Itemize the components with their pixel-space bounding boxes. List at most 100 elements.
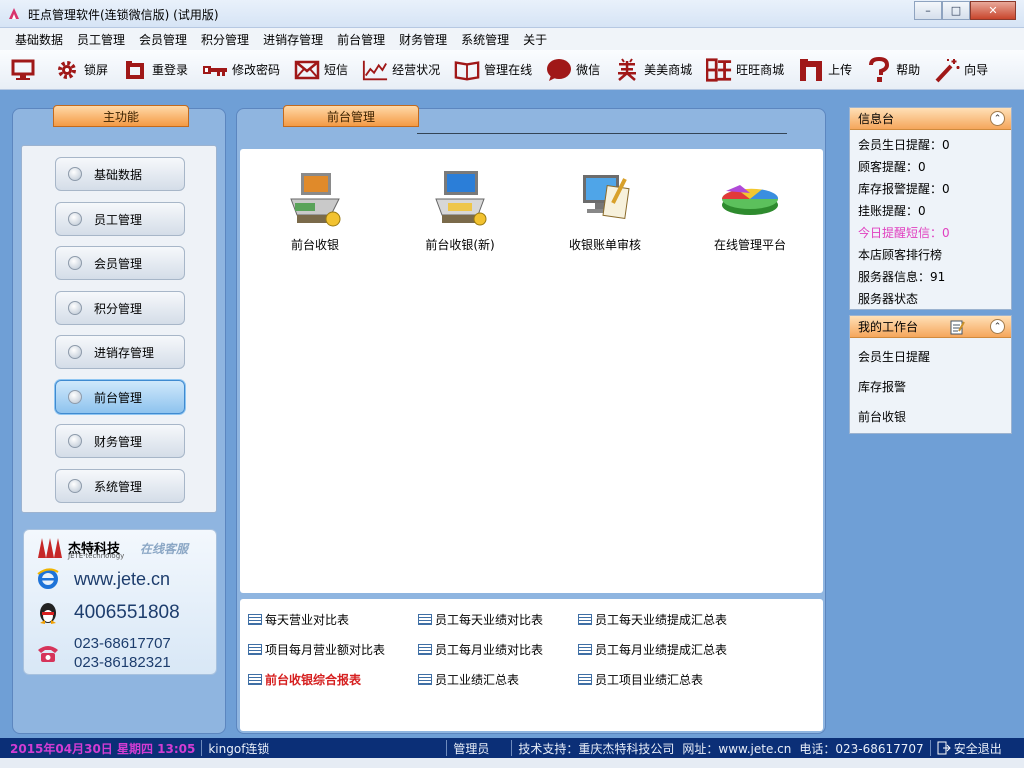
- bill-audit-icon: [583, 175, 630, 219]
- toolbar-lock-button[interactable]: 锁屏: [54, 57, 108, 83]
- menu-inventory[interactable]: 进销存管理: [256, 31, 330, 48]
- info-customer-reminder[interactable]: 顾客提醒：0: [858, 156, 1003, 178]
- workbench-member-birthday[interactable]: 会员生日提醒: [858, 342, 1003, 372]
- workbench-stock-alert[interactable]: 库存报警: [858, 372, 1003, 402]
- report-link[interactable]: 员工每天业绩提成汇总表: [578, 611, 727, 628]
- left-panel-tab[interactable]: 主功能: [53, 105, 189, 127]
- toolbar-wechat-button[interactable]: 微信: [546, 57, 600, 83]
- toolbar-wangwang-mall-button[interactable]: 旺旺商城: [706, 57, 784, 83]
- status-role: 管理员: [453, 741, 490, 756]
- toolbar-relogin-button[interactable]: 重登录: [122, 57, 188, 83]
- online-platform-shortcut[interactable]: 在线管理平台: [685, 169, 815, 253]
- front-cashier-new-shortcut[interactable]: 前台收银(新): [395, 169, 525, 253]
- main-menu-system[interactable]: 系统管理: [55, 469, 185, 503]
- toolbar-sms-label: 短信: [324, 63, 349, 77]
- info-board: 信息台 ⌃ 会员生日提醒：0 顾客提醒：0 库存报警提醒：0 挂账提醒：0 今日…: [849, 107, 1012, 310]
- report-link-featured[interactable]: 前台收银综合报表: [248, 671, 361, 688]
- menu-basic-data[interactable]: 基础数据: [8, 31, 70, 48]
- report-link[interactable]: 员工项目业绩汇总表: [578, 671, 703, 688]
- logout-button[interactable]: 安全退出: [933, 740, 1006, 757]
- close-button[interactable]: ✕: [970, 1, 1016, 20]
- toolbar-help-button[interactable]: 帮助: [866, 56, 920, 83]
- report-icon: [418, 614, 432, 625]
- menu-front-desk[interactable]: 前台管理: [330, 31, 392, 48]
- bill-audit-shortcut[interactable]: 收银账单审核: [540, 169, 670, 253]
- report-icon: [578, 674, 592, 685]
- minimize-button[interactable]: –: [914, 1, 942, 20]
- logout-icon: [937, 741, 951, 755]
- window-title: 旺点管理软件(连锁微信版) (试用版): [28, 8, 219, 22]
- toolbar-business-status-label: 经营状况: [392, 63, 441, 77]
- workbench-front-cashier[interactable]: 前台收银: [858, 402, 1003, 432]
- shortcut-label: 前台收银: [290, 238, 339, 252]
- report-link[interactable]: 员工每月业绩对比表: [418, 641, 543, 658]
- toolbar-meimei-mall-button[interactable]: 美美商城: [614, 57, 692, 83]
- main-function-menu: 基础数据 员工管理 会员管理 积分管理 进销存管理 前台管理 财务管理 系统管理: [21, 145, 217, 513]
- main-menu-label: 员工管理: [94, 212, 143, 227]
- menu-points[interactable]: 积分管理: [194, 31, 256, 48]
- report-link[interactable]: 员工每月业绩提成汇总表: [578, 641, 727, 658]
- toolbar-manage-online-button[interactable]: 管理在线: [454, 57, 532, 83]
- toolbar-business-status-button[interactable]: 经营状况: [362, 57, 440, 83]
- report-links-area: 每天营业对比表 员工每天业绩对比表 员工每天业绩提成汇总表 项目每月营业额对比表…: [240, 599, 823, 731]
- toolbar-screen-button[interactable]: [10, 57, 40, 83]
- center-panel-tab[interactable]: 前台管理: [283, 105, 419, 127]
- info-server-status[interactable]: 服务器状态: [858, 288, 1003, 310]
- shortcut-label: 在线管理平台: [713, 238, 786, 252]
- report-label: 员工每天业绩提成汇总表: [595, 613, 728, 627]
- front-cashier-shortcut[interactable]: 前台收银: [250, 169, 380, 253]
- company-logo-icon: [38, 538, 62, 558]
- main-menu-staff[interactable]: 员工管理: [55, 202, 185, 236]
- company-ad[interactable]: 杰特科技 JETE·technology 在线客服 www.jete.cn 40…: [23, 529, 217, 675]
- main-menu-label: 财务管理: [94, 434, 143, 449]
- radio-dot-icon: [68, 167, 82, 181]
- radio-dot-icon: [68, 345, 82, 359]
- report-label: 员工业绩汇总表: [435, 673, 520, 687]
- phone-numbers: 023-68617707 023-86182321: [74, 634, 171, 672]
- report-link[interactable]: 每天营业对比表: [248, 611, 349, 628]
- toolbar-wizard-button[interactable]: 向导: [934, 57, 988, 83]
- company-brand-sub: JETE·technology: [68, 552, 125, 560]
- report-icon: [578, 644, 592, 655]
- envelope-icon: [294, 57, 320, 83]
- menu-system[interactable]: 系统管理: [454, 31, 516, 48]
- main-menu-label: 前台管理: [94, 390, 143, 405]
- report-link[interactable]: 员工业绩汇总表: [418, 671, 519, 688]
- radio-dot-icon: [68, 390, 82, 404]
- main-menu-member[interactable]: 会员管理: [55, 246, 185, 280]
- radio-dot-icon: [68, 301, 82, 315]
- main-menu-finance[interactable]: 财务管理: [55, 424, 185, 458]
- report-link[interactable]: 项目每月营业额对比表: [248, 641, 385, 658]
- toolbar-wangwang-mall-label: 旺旺商城: [736, 63, 785, 77]
- info-customer-ranking[interactable]: 本店顾客排行榜: [858, 244, 1003, 266]
- toolbar-upload-button[interactable]: 上传: [798, 57, 852, 83]
- info-credit-reminder[interactable]: 挂账提醒：0: [858, 200, 1003, 222]
- report-label: 员工项目业绩汇总表: [595, 673, 704, 687]
- main-menu-points[interactable]: 积分管理: [55, 291, 185, 325]
- info-member-birthday[interactable]: 会员生日提醒：0: [858, 134, 1003, 156]
- mei-char-icon: [614, 57, 640, 83]
- menu-about[interactable]: 关于: [516, 31, 554, 48]
- menu-staff[interactable]: 员工管理: [70, 31, 132, 48]
- main-menu-basic-data[interactable]: 基础数据: [55, 157, 185, 191]
- toolbar-password-button[interactable]: 修改密码: [202, 57, 280, 83]
- status-support: 技术支持：重庆杰特科技公司: [518, 741, 675, 756]
- menu-bar: 基础数据 员工管理 会员管理 积分管理 进销存管理 前台管理 财务管理 系统管理…: [0, 28, 1024, 50]
- info-server-info[interactable]: 服务器信息：91: [858, 266, 1003, 288]
- main-menu-front-desk[interactable]: 前台管理: [55, 380, 185, 414]
- info-stock-alert[interactable]: 库存报警提醒：0: [858, 178, 1003, 200]
- menu-member[interactable]: 会员管理: [132, 31, 194, 48]
- maximize-button[interactable]: □: [942, 1, 970, 20]
- key-icon: [202, 57, 228, 83]
- info-today-sms[interactable]: 今日提醒短信：0: [858, 222, 1003, 244]
- report-label: 每天营业对比表: [265, 613, 350, 627]
- report-link[interactable]: 员工每天业绩对比表: [418, 611, 543, 628]
- menu-finance[interactable]: 财务管理: [392, 31, 454, 48]
- phone-2-text: 023-86182321: [74, 654, 171, 671]
- main-menu-inventory[interactable]: 进销存管理: [55, 335, 185, 369]
- logout-label: 安全退出: [953, 741, 1002, 756]
- toolbar-sms-button[interactable]: 短信: [294, 57, 348, 83]
- collapse-icon[interactable]: ⌃: [990, 319, 1005, 334]
- status-separator: [511, 740, 513, 756]
- collapse-icon[interactable]: ⌃: [990, 111, 1005, 126]
